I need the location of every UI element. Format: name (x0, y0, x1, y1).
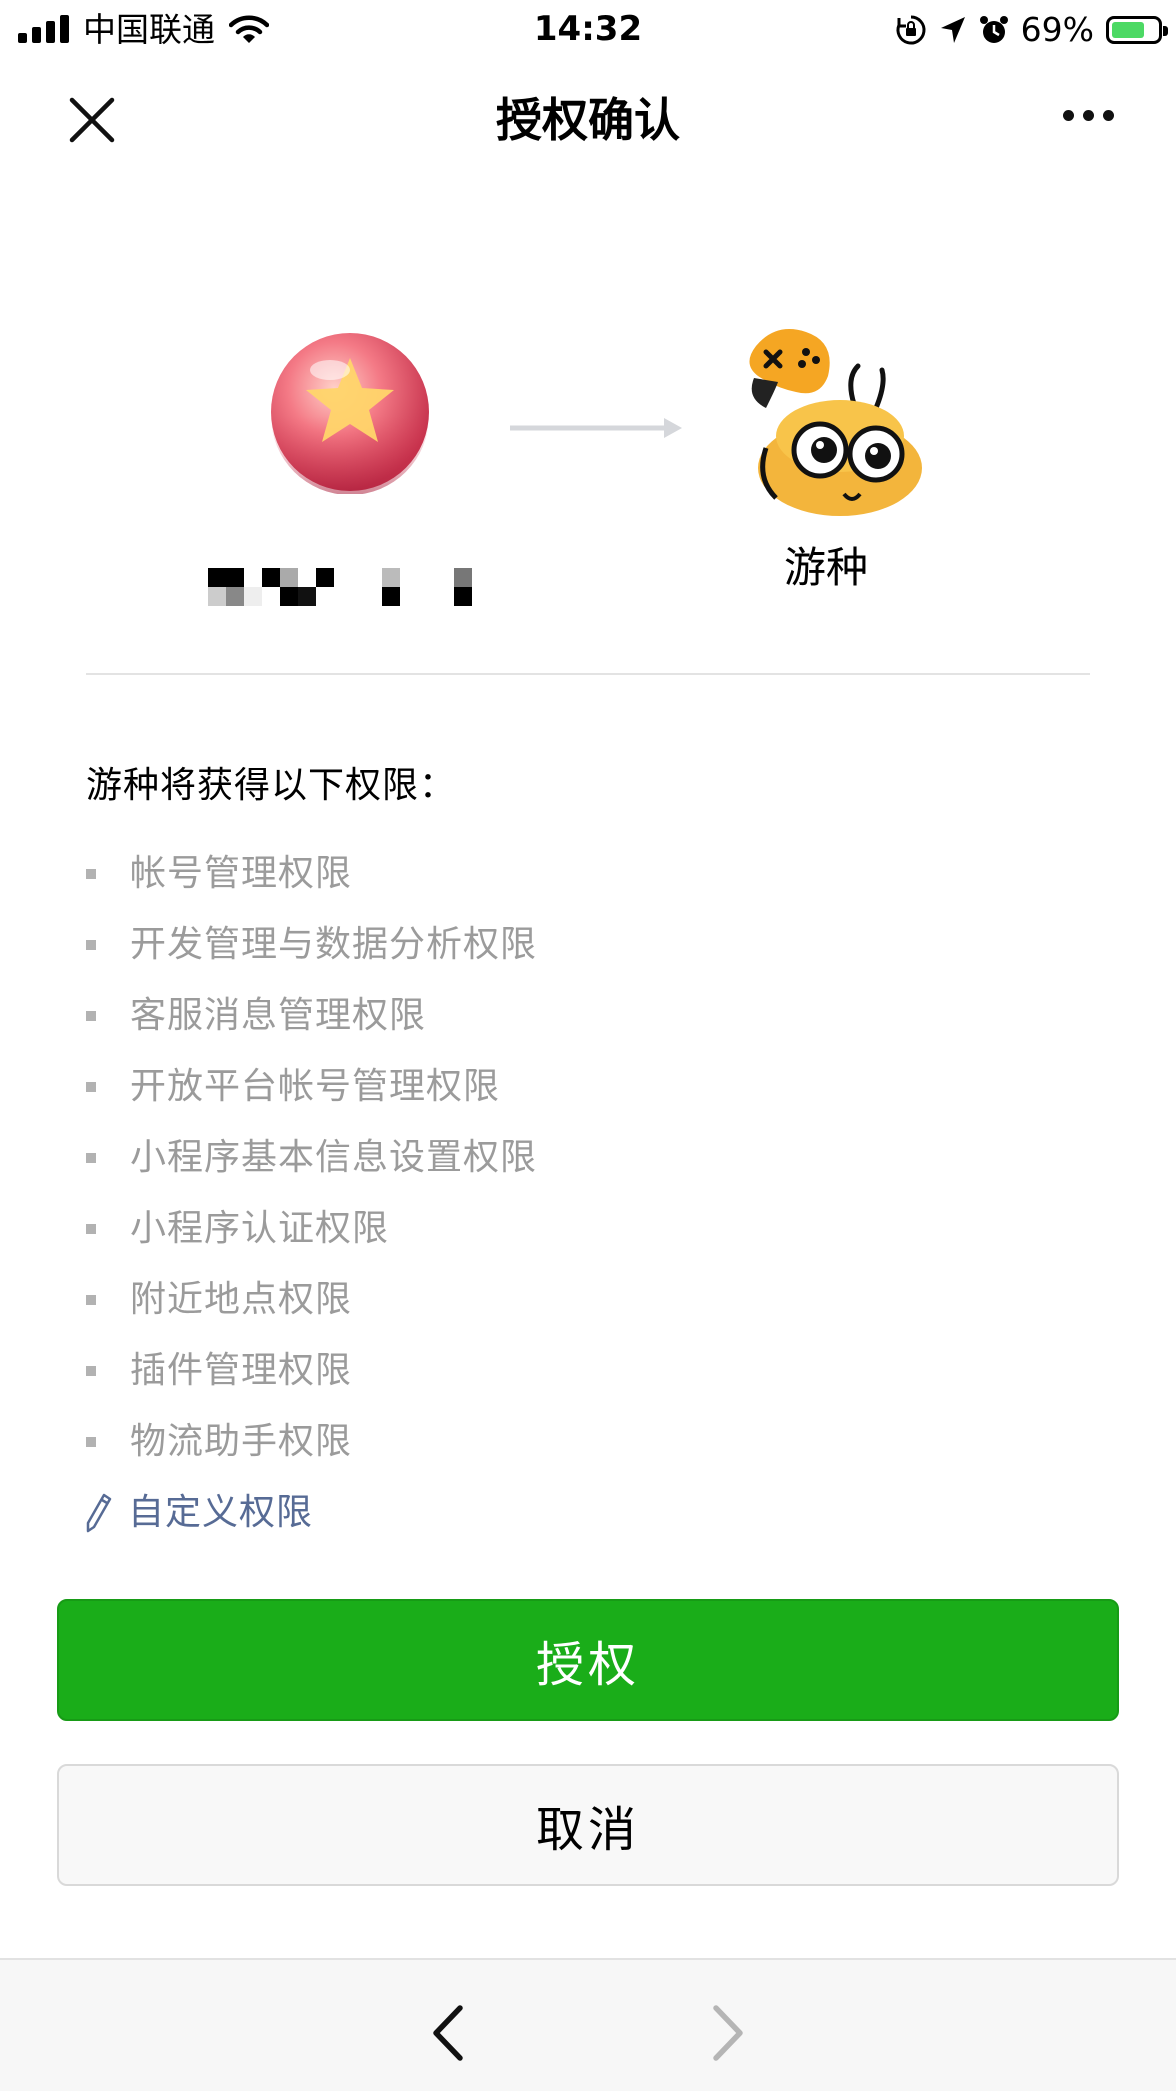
arrow-right-icon (510, 418, 682, 438)
battery-icon (1106, 16, 1168, 44)
orientation-lock-icon (896, 15, 926, 45)
bullet-icon (86, 1152, 96, 1163)
pencil-icon (86, 1493, 112, 1532)
permission-item: 客服消息管理权限 (86, 980, 537, 1051)
forward-icon[interactable] (700, 1998, 756, 2068)
permission-label: 插件管理权限 (130, 1350, 353, 1391)
user-name-redacted (208, 568, 472, 606)
permission-label: 小程序认证权限 (130, 1208, 390, 1249)
page-title: 授权确认 (496, 93, 680, 147)
app-logo (749, 329, 922, 516)
bullet-icon (86, 868, 96, 879)
bullet-icon (86, 1081, 96, 1092)
location-icon (940, 17, 965, 43)
permission-item: 小程序基本信息设置权限 (86, 1122, 537, 1193)
permission-item: 附近地点权限 (86, 1264, 537, 1335)
auth-page: 中国联通 14:32 69% 授权确认 游种 游种将获得以下权限： 帐号管理权限… (0, 0, 1176, 2091)
permission-item: 开放平台帐号管理权限 (86, 1051, 537, 1122)
cancel-button[interactable]: 取消 (57, 1764, 1119, 1886)
bottom-toolbar (0, 1958, 1176, 2091)
battery-percent: 69% (1020, 10, 1094, 49)
permission-item: 帐号管理权限 (86, 838, 537, 909)
permission-item: 插件管理权限 (86, 1335, 537, 1406)
back-icon[interactable] (420, 1998, 476, 2068)
custom-permissions-label: 自定义权限 (128, 1492, 314, 1533)
permission-label: 小程序基本信息设置权限 (130, 1137, 538, 1178)
status-right: 69% (895, 8, 1168, 52)
status-bar: 中国联通 14:32 69% (0, 0, 1176, 60)
app-name: 游种 (783, 543, 868, 592)
permission-label: 附近地点权限 (130, 1279, 353, 1320)
bullet-icon (86, 939, 96, 950)
bullet-icon (86, 1010, 96, 1021)
permission-item: 小程序认证权限 (86, 1193, 537, 1264)
permission-label: 客服消息管理权限 (130, 995, 427, 1036)
permission-item: 开发管理与数据分析权限 (86, 909, 537, 980)
permission-label: 物流助手权限 (130, 1421, 353, 1462)
custom-permissions-link[interactable]: 自定义权限 (86, 1477, 313, 1548)
alarm-icon (979, 16, 1008, 43)
divider (86, 673, 1090, 675)
user-avatar (271, 333, 429, 494)
permission-label: 帐号管理权限 (130, 853, 353, 894)
more-icon[interactable] (1063, 110, 1114, 121)
permission-item: 物流助手权限 (86, 1406, 537, 1477)
bullet-icon (86, 1294, 96, 1305)
permission-label: 开放平台帐号管理权限 (130, 1066, 501, 1107)
bullet-icon (86, 1365, 96, 1376)
permissions-heading: 游种将获得以下权限： (86, 765, 457, 806)
authorize-button[interactable]: 授权 (57, 1599, 1119, 1721)
permissions-list: 帐号管理权限 开发管理与数据分析权限 客服消息管理权限 开放平台帐号管理权限 小… (86, 838, 537, 1477)
permission-label: 开发管理与数据分析权限 (130, 924, 538, 965)
nav-bar: 授权确认 (0, 60, 1176, 180)
bullet-icon (86, 1436, 96, 1447)
bullet-icon (86, 1223, 96, 1234)
